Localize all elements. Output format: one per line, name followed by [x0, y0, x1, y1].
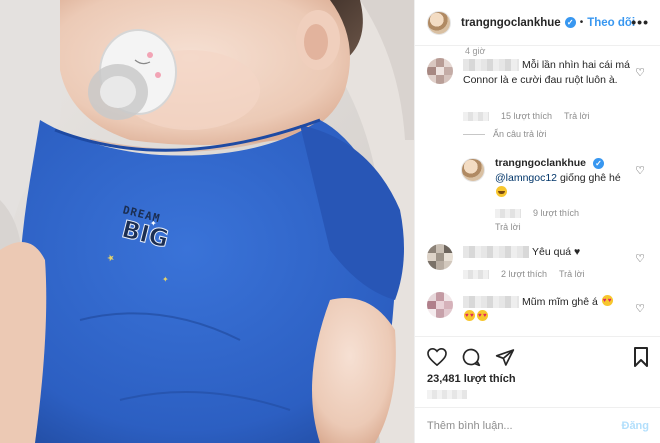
reply-reply-button[interactable]: Trả lời	[495, 222, 521, 232]
comment-like-count[interactable]: 2 lượt thích	[501, 269, 547, 279]
post-sidebar: trangngoclankhue ✓ • Theo dõi ••• 4 giờ …	[414, 0, 660, 443]
post-actions: 23,481 lượt thích Đăng	[415, 336, 660, 443]
reply-button[interactable]: Trả lời	[559, 269, 585, 279]
comment-time-redacted	[463, 111, 489, 121]
comments-list[interactable]: 4 giờ Mỗi lần nhìn hai cái má Connor là …	[415, 46, 660, 336]
bookmark-icon[interactable]	[633, 347, 649, 367]
like-comment-icon[interactable]: ♡	[635, 252, 645, 265]
like-reply-icon[interactable]: ♡	[635, 164, 645, 177]
reply-body: trangngoclankhue ✓ @lamngoc12 giống ghê …	[495, 156, 635, 201]
comment-body: Yêu quá ♥	[463, 245, 631, 260]
action-icons	[427, 347, 515, 367]
verified-badge-icon: ✓	[592, 158, 604, 169]
post-time-redacted	[427, 390, 467, 399]
commenter-username-redacted[interactable]	[463, 59, 519, 72]
commenter-avatar[interactable]	[427, 292, 453, 318]
like-comment-icon[interactable]: ♡	[635, 66, 645, 79]
commenter-avatar[interactable]	[427, 58, 453, 84]
add-comment-bar: Đăng	[415, 407, 660, 443]
heart-eyes-emoji-icon	[464, 309, 475, 324]
more-options-icon[interactable]: •••	[631, 14, 649, 30]
post-like-count[interactable]: 23,481 lượt thích	[427, 373, 516, 385]
separator-dot: •	[579, 17, 584, 28]
follow-button[interactable]: Theo dõi	[587, 17, 635, 29]
heart-eyes-emoji-icon	[477, 309, 488, 324]
reply-author-username[interactable]: trangngoclankhue	[495, 157, 586, 169]
comment-time-redacted	[463, 269, 489, 279]
comment-body: Mũm mĩm ghê á	[463, 294, 635, 325]
reply-like-count[interactable]: 9 lượt thích	[533, 208, 579, 218]
reply-text: giống ghê hé	[557, 172, 621, 184]
comment-meta: 15 lượt thích Trả lời	[463, 111, 590, 121]
share-paper-plane-icon[interactable]	[495, 348, 515, 367]
comment-text: Yêu quá ♥	[532, 246, 581, 258]
post-comment-button[interactable]: Đăng	[622, 420, 650, 432]
comment-body: Mỗi lần nhìn hai cái má Connor là e cười…	[463, 58, 631, 88]
comment-text: Mũm mĩm ghê á	[522, 296, 598, 308]
hide-replies-label: Ẩn câu trả lời	[493, 129, 547, 139]
hide-replies-button[interactable]: Ẩn câu trả lời	[463, 129, 546, 139]
reply-meta: 9 lượt thích	[495, 208, 579, 218]
baby-photo-illustration: ★ ✦ ✦	[0, 0, 414, 443]
reply-author-avatar-visible[interactable]	[461, 158, 485, 182]
comment-meta: 2 lượt thích Trả lời	[463, 269, 585, 279]
verified-badge-icon: ✓	[564, 17, 576, 28]
reply-meta-2: Trả lời	[495, 222, 521, 232]
heart-eyes-emoji-icon	[601, 294, 613, 309]
hide-replies-line	[463, 133, 485, 135]
author-avatar[interactable]	[427, 10, 451, 35]
comment-like-count[interactable]: 15 lượt thích	[501, 111, 552, 121]
commenter-avatar[interactable]	[427, 244, 453, 270]
like-heart-icon[interactable]	[427, 348, 447, 366]
reply-time-redacted	[495, 208, 521, 218]
instagram-post-view: ★ ✦ ✦ DREAM BIG trangngoclankhue ✓ • The…	[0, 0, 660, 443]
comment-time: 4 giờ	[465, 46, 486, 56]
like-comment-icon[interactable]: ♡	[635, 302, 645, 315]
grin-emoji-icon	[496, 186, 507, 197]
commenter-username-redacted[interactable]	[463, 296, 519, 309]
post-photo[interactable]: ★ ✦ ✦ DREAM BIG	[0, 0, 414, 443]
author-username[interactable]: trangngoclankhue	[461, 17, 561, 29]
commenter-username-redacted[interactable]	[463, 246, 529, 259]
post-header: trangngoclankhue ✓ • Theo dõi •••	[415, 0, 660, 46]
reply-button[interactable]: Trả lời	[564, 111, 590, 121]
comment-input[interactable]	[427, 420, 622, 432]
mention-link[interactable]: @lamngoc12	[495, 172, 557, 184]
comment-bubble-icon[interactable]	[461, 347, 481, 367]
